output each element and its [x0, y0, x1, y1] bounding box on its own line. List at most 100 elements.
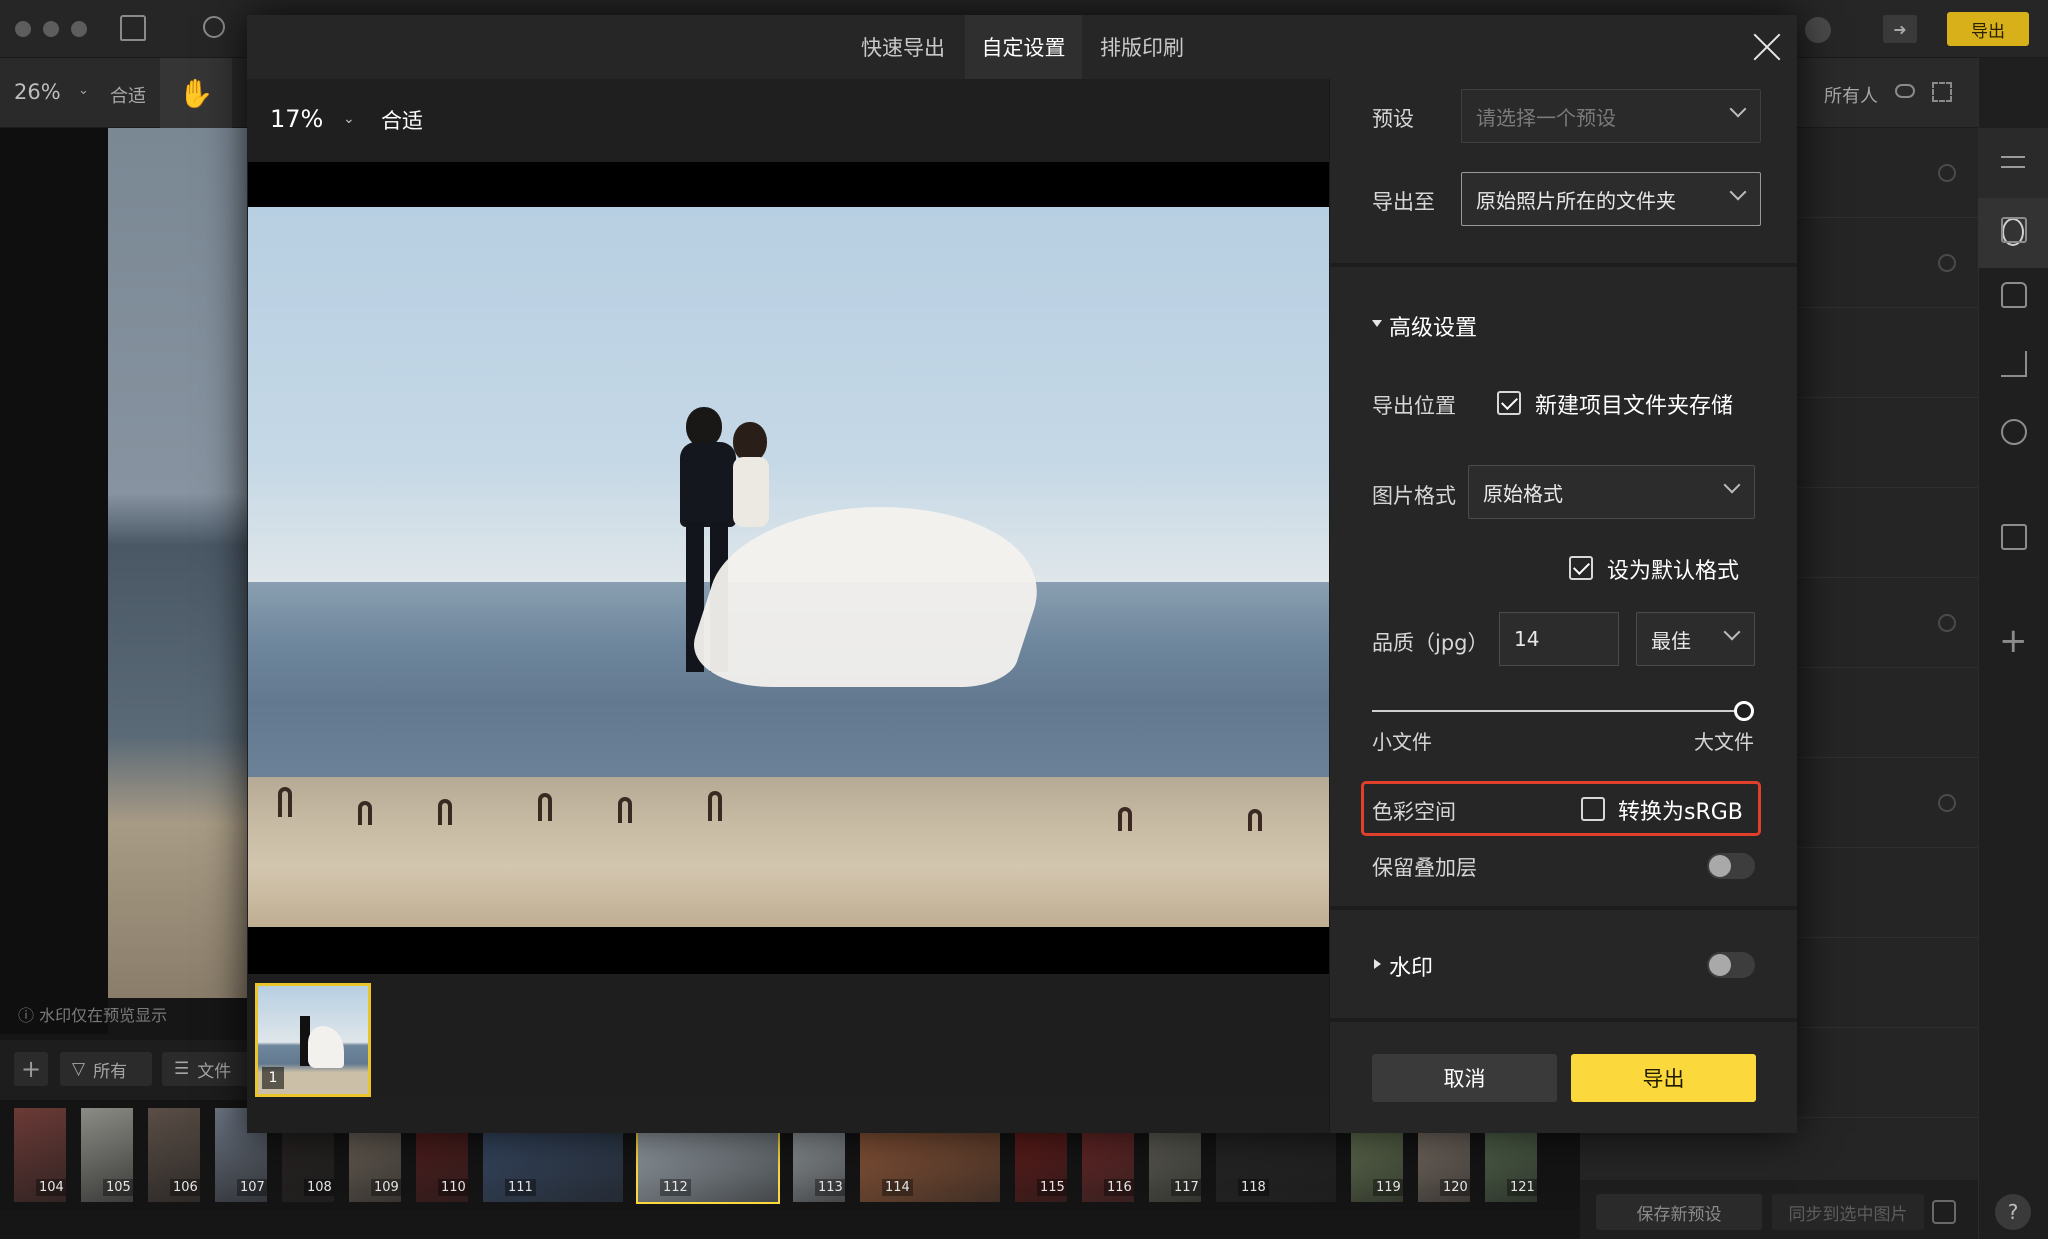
filmstrip-number: 112 — [660, 1179, 691, 1196]
keep-overlay-toggle[interactable] — [1707, 853, 1755, 879]
cancel-button[interactable]: 取消 — [1372, 1054, 1557, 1102]
preview-fit-button[interactable]: 合适 — [381, 105, 423, 135]
filmstrip-number: 105 — [103, 1179, 133, 1196]
avatar[interactable] — [1805, 17, 1831, 43]
preset-select[interactable]: 请选择一个预设 — [1461, 89, 1761, 143]
photo-detail — [278, 787, 292, 817]
export-to-value: 原始照片所在的文件夹 — [1476, 188, 1676, 213]
divider — [1330, 1018, 1797, 1022]
preset-status-icon — [1938, 614, 1956, 632]
export-location-label: 导出位置 — [1372, 394, 1456, 418]
adjust-sliders-icon[interactable] — [1978, 128, 2048, 198]
format-value: 原始格式 — [1483, 481, 1563, 506]
window-minimize-dot[interactable] — [43, 21, 59, 37]
help-icon[interactable]: ? — [1995, 1194, 2031, 1230]
photo-detail — [538, 793, 552, 821]
preset-status-icon — [1938, 254, 1956, 272]
chevron-down-icon — [1723, 623, 1741, 641]
photo-detail — [678, 507, 1068, 687]
photo-detail — [686, 407, 722, 447]
sync-selected-button[interactable]: 同步到选中图片 — [1772, 1194, 1924, 1230]
sort-icon: ☰ — [174, 1059, 190, 1079]
format-select[interactable]: 原始格式 — [1468, 465, 1755, 519]
preset-placeholder: 请选择一个预设 — [1476, 105, 1616, 130]
quality-slider-handle[interactable] — [1734, 701, 1754, 721]
filmstrip-number: 116 — [1104, 1179, 1134, 1196]
owner-filter[interactable]: 所有人 — [1824, 82, 1878, 108]
tab-custom-settings[interactable]: 自定设置 — [965, 15, 1082, 79]
hand-tool-icon[interactable]: ✋ — [160, 58, 232, 128]
export-button[interactable]: 导出 — [1571, 1054, 1756, 1102]
chevron-down-icon[interactable]: ⌄ — [343, 111, 355, 127]
watermark-toggle[interactable] — [1707, 952, 1755, 978]
sort-file-button[interactable]: ☰ 文件 — [162, 1052, 252, 1086]
preset-status-icon — [1938, 164, 1956, 182]
advanced-settings-title[interactable]: 高级设置 — [1389, 310, 1477, 342]
srgb-checkbox[interactable] — [1581, 797, 1605, 821]
background-photo — [108, 128, 248, 998]
tab-layout-print[interactable]: 排版印刷 — [1094, 15, 1190, 79]
filter-icon: ▽ — [72, 1059, 86, 1079]
photo-detail — [308, 1026, 344, 1068]
clothing-icon[interactable] — [2001, 282, 2027, 308]
photo-detail — [680, 442, 736, 527]
new-folder-checkbox[interactable] — [1497, 391, 1521, 415]
filmstrip-thumbnail[interactable]: 106 — [148, 1108, 200, 1202]
export-to-select[interactable]: 原始照片所在的文件夹 — [1461, 172, 1761, 226]
image-icon[interactable] — [2001, 217, 2027, 243]
settings-gear-icon[interactable] — [1932, 1200, 1956, 1224]
link-icon[interactable] — [1895, 84, 1915, 98]
app-export-button[interactable]: 导出 — [1947, 12, 2029, 46]
home-icon[interactable] — [120, 15, 146, 41]
srgb-label: 转换为sRGB — [1618, 800, 1743, 825]
preview-photo — [248, 207, 1329, 927]
quality-slider-track[interactable] — [1372, 710, 1744, 712]
history-clock-icon[interactable] — [2001, 419, 2027, 445]
default-format-label: 设为默认格式 — [1607, 559, 1740, 584]
quality-level-select[interactable]: 最佳 — [1636, 612, 1755, 666]
zoom-level[interactable]: 26% — [14, 80, 61, 104]
small-file-label: 小文件 — [1372, 730, 1432, 754]
photo-detail — [708, 791, 722, 821]
save-preset-button[interactable]: 保存新预设 — [1596, 1194, 1762, 1230]
thumbnail-index: 1 — [262, 1067, 284, 1089]
expand-arrow-icon[interactable] — [1374, 959, 1381, 969]
default-format-checkbox[interactable] — [1569, 556, 1593, 580]
filmstrip-number: 118 — [1238, 1179, 1269, 1196]
window-close-dot[interactable] — [15, 21, 31, 37]
canvas-background — [0, 128, 108, 1034]
add-tool-icon[interactable]: + — [1999, 621, 2028, 661]
preview-zoom-level[interactable]: 17% — [270, 105, 323, 133]
window-zoom-dot[interactable] — [71, 21, 87, 37]
chevron-down-icon — [1729, 183, 1747, 201]
zoom-chevron-down-icon[interactable]: ⌄ — [78, 83, 89, 98]
photo-detail — [438, 799, 452, 825]
large-file-label: 大文件 — [1694, 730, 1754, 754]
filmstrip-thumbnail[interactable]: 105 — [81, 1108, 133, 1202]
quality-input[interactable]: 14 — [1499, 612, 1619, 666]
photo-detail — [733, 422, 767, 462]
crop-icon[interactable] — [2001, 351, 2027, 377]
watermark-section-title[interactable]: 水印 — [1389, 950, 1433, 982]
quality-label: 品质（jpg） — [1372, 631, 1489, 655]
preset-status-icon — [1938, 794, 1956, 812]
filmstrip-number: 110 — [438, 1179, 468, 1196]
photo-detail — [618, 797, 632, 823]
close-icon[interactable] — [1752, 32, 1782, 62]
photo-detail — [1118, 807, 1132, 831]
tab-quick-export[interactable]: 快速导出 — [855, 15, 951, 79]
filmstrip-number: 121 — [1507, 1179, 1537, 1196]
filmstrip-thumbnail[interactable]: 104 — [14, 1108, 66, 1202]
divider — [1330, 906, 1797, 910]
fullscreen-icon[interactable] — [1932, 82, 1952, 102]
collapse-arrow-icon[interactable] — [1372, 320, 1382, 327]
fit-button[interactable]: 合适 — [110, 82, 146, 108]
add-icon[interactable]: + — [14, 1052, 48, 1086]
color-space-label: 色彩空间 — [1372, 800, 1456, 824]
filter-all-button[interactable]: ▽ 所有 — [60, 1052, 152, 1086]
share-icon[interactable]: ➜ — [1883, 15, 1917, 43]
search-icon[interactable] — [203, 16, 225, 38]
camera-icon[interactable] — [2001, 524, 2027, 550]
export-to-label: 导出至 — [1372, 190, 1435, 214]
filmstrip-number: 104 — [36, 1179, 66, 1196]
